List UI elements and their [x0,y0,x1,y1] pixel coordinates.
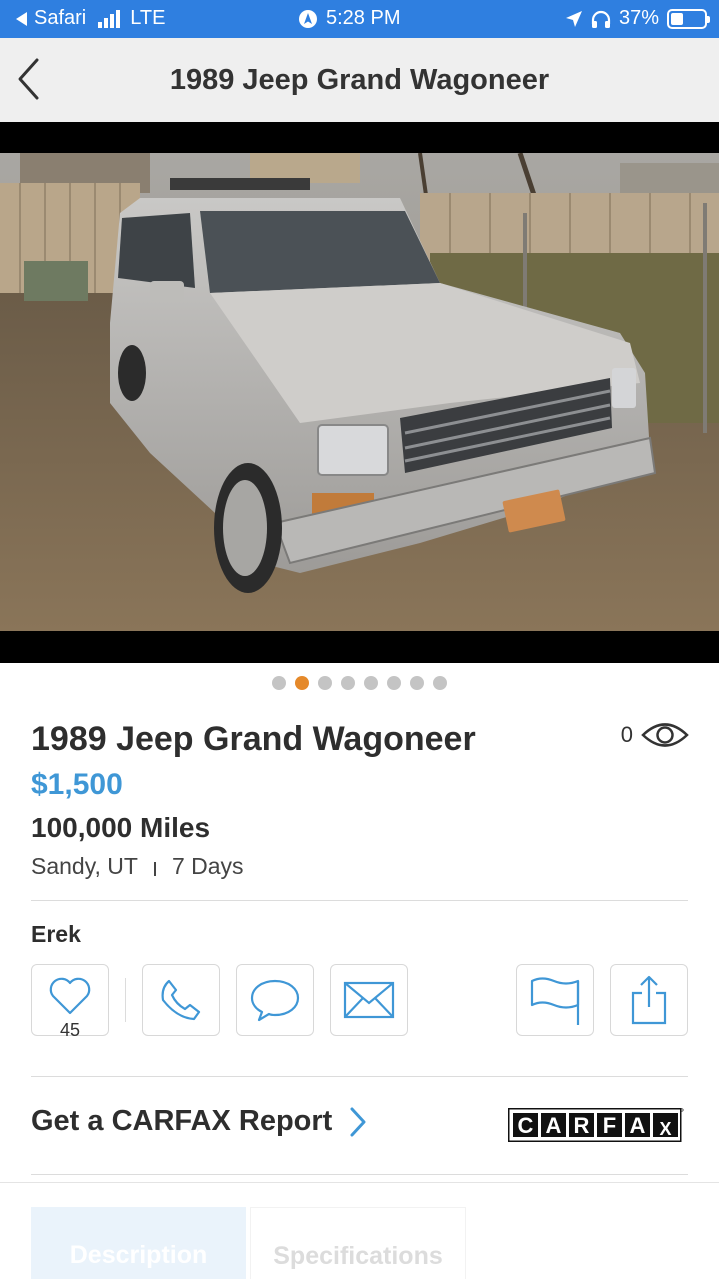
status-right: 37% [565,7,710,30]
divider [31,900,688,901]
photo-gallery[interactable] [0,122,719,663]
pagination-dot[interactable] [433,676,447,690]
detail-tabs: Description Specifications [0,1182,719,1279]
carfax-logo: CARFAX [508,1108,684,1142]
status-center: 5:28 PM [298,7,400,30]
carfax-logo-letter: F [603,1113,616,1138]
listing-age: 7 Days [171,853,244,879]
battery-fill [671,12,683,25]
email-button[interactable] [330,964,408,1036]
status-bar: Safari LTE 5:28 PM 37% [0,0,719,38]
chevron-right-icon [350,1107,366,1136]
chat-icon [250,979,300,1022]
message-button[interactable] [236,964,314,1036]
phone-icon [161,979,201,1021]
listing-meta: Sandy, UT 7 Days [31,853,244,880]
location-arrow-icon [565,10,582,27]
page-title: 1989 Jeep Grand Wagoneer [169,64,550,96]
pagination-dot[interactable] [272,676,286,690]
battery-percent: 37% [618,7,659,29]
carfax-logo-letter: C [518,1113,534,1138]
listing-mileage: 100,000 Miles [31,812,211,843]
listing-price: $1,500 [31,768,123,801]
meta-separator [153,861,156,876]
favorite-button[interactable]: 45 [31,964,109,1040]
carfax-logo-letter: A [546,1113,562,1138]
battery-icon [667,8,710,29]
carfax-logo-letter: R [574,1113,590,1138]
back-to-app-icon[interactable] [14,11,28,27]
eye-icon [641,723,689,747]
back-app-label[interactable]: Safari [34,7,86,30]
view-count: 0 [621,720,689,750]
share-button[interactable] [610,964,688,1036]
listing-title: 1989 Jeep Grand Wagoneer [31,720,476,758]
pagination-dot[interactable] [341,676,355,690]
flag-icon [530,977,580,1025]
seller-name: Erek [31,921,81,947]
divider [31,1174,688,1175]
location-services-icon [299,9,317,28]
call-button[interactable] [142,964,220,1036]
listing-photo[interactable] [0,153,719,631]
carfax-logo-letter: X [659,1119,671,1139]
view-count-value: 0 [620,722,633,747]
carrier-label: LTE [130,7,166,29]
pagination-dot[interactable] [410,676,424,690]
tab-description[interactable]: Description [31,1207,246,1279]
button-separator [125,978,126,1022]
favorite-count: 45 [59,1020,81,1040]
listing-location: Sandy, UT [31,853,138,879]
carfax-logo-letter: A [630,1113,646,1138]
pagination-dot[interactable] [318,676,332,690]
share-icon [631,975,667,1025]
mail-icon [343,981,395,1019]
carfax-link-label: Get a CARFAX Report [31,1105,333,1137]
pagination-dot[interactable] [387,676,401,690]
carfax-report-link[interactable]: Get a CARFAX Report [31,1105,368,1138]
tab-specifications[interactable]: Specifications [250,1207,466,1279]
pagination-dot[interactable] [364,676,378,690]
clock: 5:28 PM [326,7,401,29]
pagination-dot[interactable] [295,676,309,690]
car-photo [0,153,719,631]
headphones-icon [591,10,611,28]
signal-icon [98,9,121,28]
heart-icon [49,977,91,1014]
divider [31,1076,688,1077]
status-left: Safari LTE [14,7,165,30]
navigation-bar: 1989 Jeep Grand Wagoneer [0,38,719,122]
report-button[interactable] [516,964,594,1036]
photo-pagination[interactable] [0,676,719,690]
